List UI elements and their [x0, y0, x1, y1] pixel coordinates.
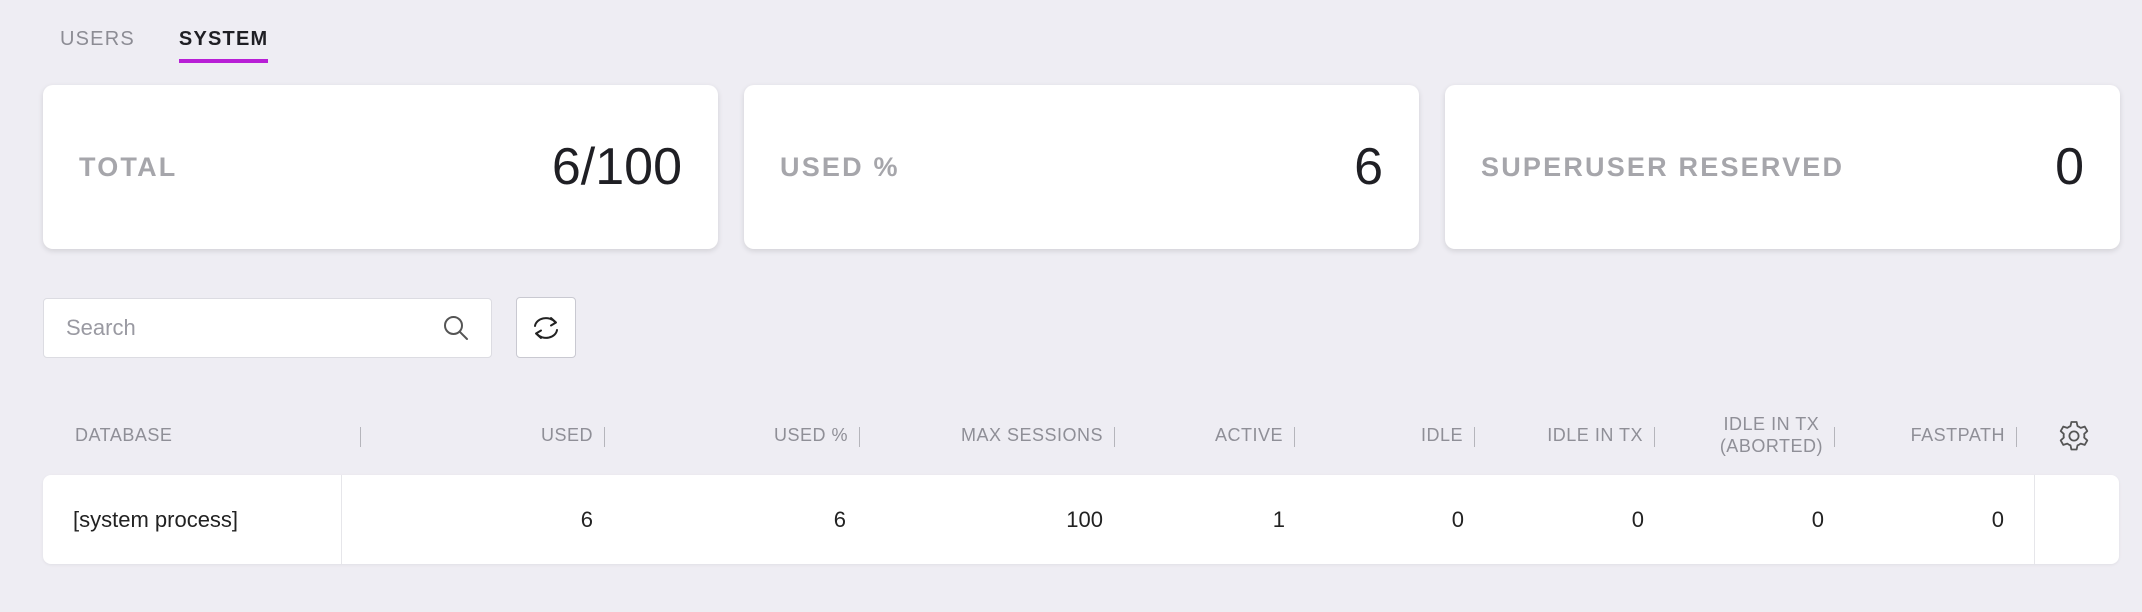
- stat-value: 6/100: [551, 138, 682, 196]
- gear-icon[interactable]: [2057, 419, 2091, 453]
- search-icon[interactable]: [441, 313, 471, 343]
- table-body: [system process] 6 6 100 1 0 0 0 0: [43, 475, 2119, 564]
- table-header: DATABASE USED USED % MAX SESSIONS ACTIVE…: [43, 400, 2119, 470]
- stat-value: 6: [1354, 138, 1383, 196]
- cell-idle-in-tx-aborted: 0: [1811, 506, 1824, 532]
- column-header-active[interactable]: ACTIVE: [1143, 400, 1295, 470]
- refresh-icon: [534, 316, 558, 339]
- column-header-idle-in-tx[interactable]: IDLE IN TX: [1483, 400, 1655, 470]
- column-header-idle-in-tx-aborted[interactable]: IDLE IN TX (ABORTED): [1663, 400, 1835, 470]
- cell-idle-in-tx: 0: [1631, 506, 1644, 532]
- cell-active: 1: [1272, 506, 1285, 532]
- column-divider: [341, 475, 342, 564]
- stat-label: TOTAL: [79, 151, 178, 182]
- column-header-database[interactable]: DATABASE: [75, 400, 361, 470]
- refresh-button[interactable]: [516, 297, 576, 358]
- stat-card-used-percent: USED % 6: [744, 85, 1419, 249]
- stat-cards: TOTAL 6/100 USED % 6 SUPERUSER RESERVED …: [43, 85, 2120, 249]
- cell-used-percent: 6: [833, 506, 846, 532]
- cell-database: [system process]: [73, 506, 239, 532]
- cell-used: 6: [580, 506, 593, 532]
- tab-bar: USERS SYSTEM: [60, 26, 312, 63]
- stat-label: SUPERUSER RESERVED: [1481, 151, 1845, 182]
- stat-value: 0: [2055, 138, 2084, 196]
- cell-fastpath: 0: [1991, 506, 2004, 532]
- stat-label: USED %: [780, 151, 900, 182]
- column-header-fastpath[interactable]: FASTPATH: [1843, 400, 2017, 470]
- page: USERS SYSTEM TOTAL 6/100 USED % 6 SUPERU…: [0, 0, 2142, 612]
- tab-users[interactable]: USERS: [60, 26, 135, 63]
- column-header-used-percent[interactable]: USED %: [663, 400, 860, 470]
- search-input[interactable]: [66, 315, 441, 341]
- column-header-max-sessions[interactable]: MAX SESSIONS: [903, 400, 1115, 470]
- cell-max-sessions: 100: [1066, 506, 1103, 532]
- cell-idle: 0: [1451, 506, 1464, 532]
- stat-card-superuser-reserved: SUPERUSER RESERVED 0: [1445, 85, 2120, 249]
- search-box: [43, 298, 492, 358]
- column-divider: [2034, 475, 2035, 564]
- stat-card-total: TOTAL 6/100: [43, 85, 718, 249]
- tab-system[interactable]: SYSTEM: [178, 26, 269, 63]
- column-header-idle[interactable]: IDLE: [1323, 400, 1475, 470]
- column-header-used[interactable]: USED: [408, 400, 605, 470]
